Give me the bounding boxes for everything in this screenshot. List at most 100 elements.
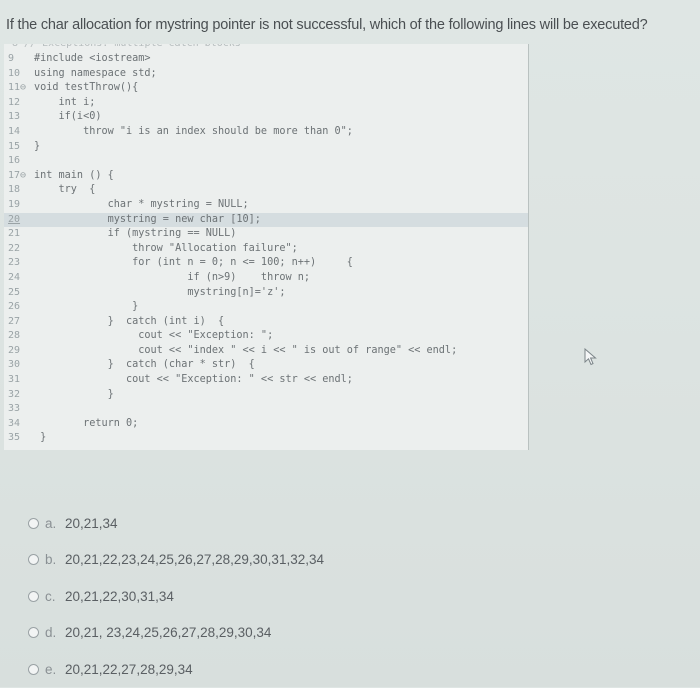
option-text: 20,21,34: [65, 515, 118, 531]
line-number: 26: [8, 301, 21, 313]
line-number: 15: [8, 140, 21, 152]
code-text: cout << "Exception: ";: [34, 330, 274, 342]
radio-button[interactable]: [28, 590, 39, 602]
answer-option[interactable]: c. 20,21,22,30,31,34: [28, 578, 324, 615]
option-letter: d.: [45, 625, 57, 641]
line-number: 25: [8, 286, 21, 298]
code-line: 15}: [4, 140, 528, 155]
code-line: 10 using namespace std;: [4, 67, 528, 82]
code-line: 20 mystring = new char [10];: [4, 212, 528, 228]
code-line: 18 try {: [4, 183, 528, 198]
line-number: 9: [8, 53, 15, 64]
code-line: 24 if (n>9) throw n;: [4, 271, 528, 286]
line-number: 22: [8, 242, 21, 254]
option-text: 20,21, 23,24,25,26,27,28,29,30,34: [65, 625, 272, 641]
line-number: 33: [8, 403, 21, 415]
code-comment: 8 // Exceptions: multiple catch blocks: [4, 44, 528, 52]
line-number: 11⊖: [8, 82, 27, 94]
line-number: 23: [8, 257, 21, 269]
code-line: 26 }: [4, 300, 528, 315]
line-number: 13: [8, 111, 21, 123]
code-text: if(i<0): [34, 111, 102, 123]
code-line: 17⊖ int main () {: [4, 169, 528, 184]
answer-option[interactable]: e. 20,21,22,27,28,29,34: [28, 651, 324, 688]
code-text: cout << "Exception: " << str << endl;: [34, 374, 353, 386]
mouse-pointer-icon: [584, 348, 597, 366]
code-text: cout << "index " << i << " is out of ran…: [34, 344, 458, 356]
option-text: 20,21,22,30,31,34: [65, 588, 174, 604]
code-line: 30 } catch (char * str) {: [4, 358, 528, 373]
code-line: 9 #include <iostream>: [4, 52, 528, 67]
code-line: 29 cout << "index " << i << " is out of …: [4, 344, 528, 359]
code-text: for (int n = 0; n <= 100; n++) {: [34, 257, 353, 269]
question-text: If the char allocation for mystring poin…: [6, 17, 648, 33]
code-text: } catch (char * str) {: [34, 359, 255, 371]
code-line: 14 throw "i is an index should be more t…: [4, 125, 528, 140]
option-text: 20,21,22,23,24,25,26,27,28,29,30,31,32,3…: [65, 552, 324, 568]
code-line: 23 for (int n = 0; n <= 100; n++) {: [4, 256, 528, 271]
code-line: 13 if(i<0): [4, 110, 528, 125]
code-line: 25 mystring[n]='z';: [4, 286, 528, 301]
line-number: 21: [8, 228, 21, 240]
code-text: using namespace std;: [34, 67, 157, 79]
code-line: 27 } catch (int i) {: [4, 315, 528, 330]
code-line: 32 }: [4, 388, 528, 403]
code-line: 11⊖ void testThrow(){: [4, 81, 528, 96]
option-letter: a.: [45, 515, 57, 531]
code-text: return 0;: [34, 417, 139, 429]
line-number: 16: [8, 155, 21, 167]
radio-button[interactable]: [28, 627, 39, 639]
code-text: throw "i is an index should be more than…: [34, 125, 353, 137]
code-line: 34 return 0;: [4, 417, 528, 432]
radio-button[interactable]: [28, 554, 39, 566]
line-number: 35: [8, 432, 21, 444]
code-text: try {: [34, 184, 96, 196]
code-text: #include <iostream>: [34, 53, 151, 64]
code-line: 33: [4, 402, 528, 417]
line-number: 28: [8, 330, 21, 342]
option-letter: e.: [45, 661, 57, 677]
option-letter: c.: [45, 588, 56, 604]
code-text: throw "Allocation failure";: [34, 242, 298, 254]
line-number: 32: [8, 388, 21, 400]
line-number: 34: [8, 417, 21, 429]
option-text: 20,21,22,27,28,29,34: [65, 661, 193, 677]
line-number: 20: [8, 213, 21, 225]
code-text: }: [34, 432, 47, 444]
line-number: 18: [8, 184, 21, 196]
code-text: char * mystring = NULL;: [34, 198, 249, 210]
line-number: 29: [8, 344, 21, 356]
line-number: 12: [8, 96, 21, 108]
line-number: 31: [8, 374, 21, 386]
code-text: if (mystring == NULL): [34, 228, 237, 240]
code-lines: 9 #include <iostream> 10 using namespace st…: [4, 52, 528, 446]
code-text: mystring[n]='z';: [34, 286, 286, 298]
line-number: 14: [8, 125, 21, 137]
radio-button[interactable]: [28, 517, 39, 529]
code-text: int i;: [34, 96, 96, 108]
line-number: 17⊖: [8, 169, 27, 181]
line-number: 24: [8, 271, 21, 283]
code-text: mystring = new char [10];: [34, 213, 261, 225]
code-text: }: [34, 140, 41, 152]
code-text: if (n>9) throw n;: [34, 271, 311, 283]
radio-button[interactable]: [28, 663, 39, 675]
code-text: }: [34, 301, 139, 313]
code-line: 12 int i;: [4, 96, 528, 111]
code-line: 35 }: [4, 431, 528, 446]
line-number: 30: [8, 359, 21, 371]
code-line: 16: [4, 154, 528, 169]
code-line: 21 if (mystring == NULL): [4, 227, 528, 242]
option-letter: b.: [45, 552, 57, 568]
code-line: 22 throw "Allocation failure";: [4, 242, 528, 257]
line-number: 10: [8, 67, 21, 79]
answer-option[interactable]: b. 20,21,22,23,24,25,26,27,28,29,30,31,32…: [28, 542, 324, 579]
code-text: void testThrow(){: [34, 82, 139, 94]
code-line: 19 char * mystring = NULL;: [4, 198, 528, 213]
code-line: 28 cout << "Exception: ";: [4, 329, 528, 344]
code-text: }: [34, 388, 114, 400]
answer-option[interactable]: d. 20,21, 23,24,25,26,27,28,29,30,34: [28, 615, 324, 652]
line-number: 27: [8, 315, 21, 327]
answer-option[interactable]: a. 20,21,34: [28, 505, 324, 542]
code-text: int main () {: [34, 169, 114, 181]
